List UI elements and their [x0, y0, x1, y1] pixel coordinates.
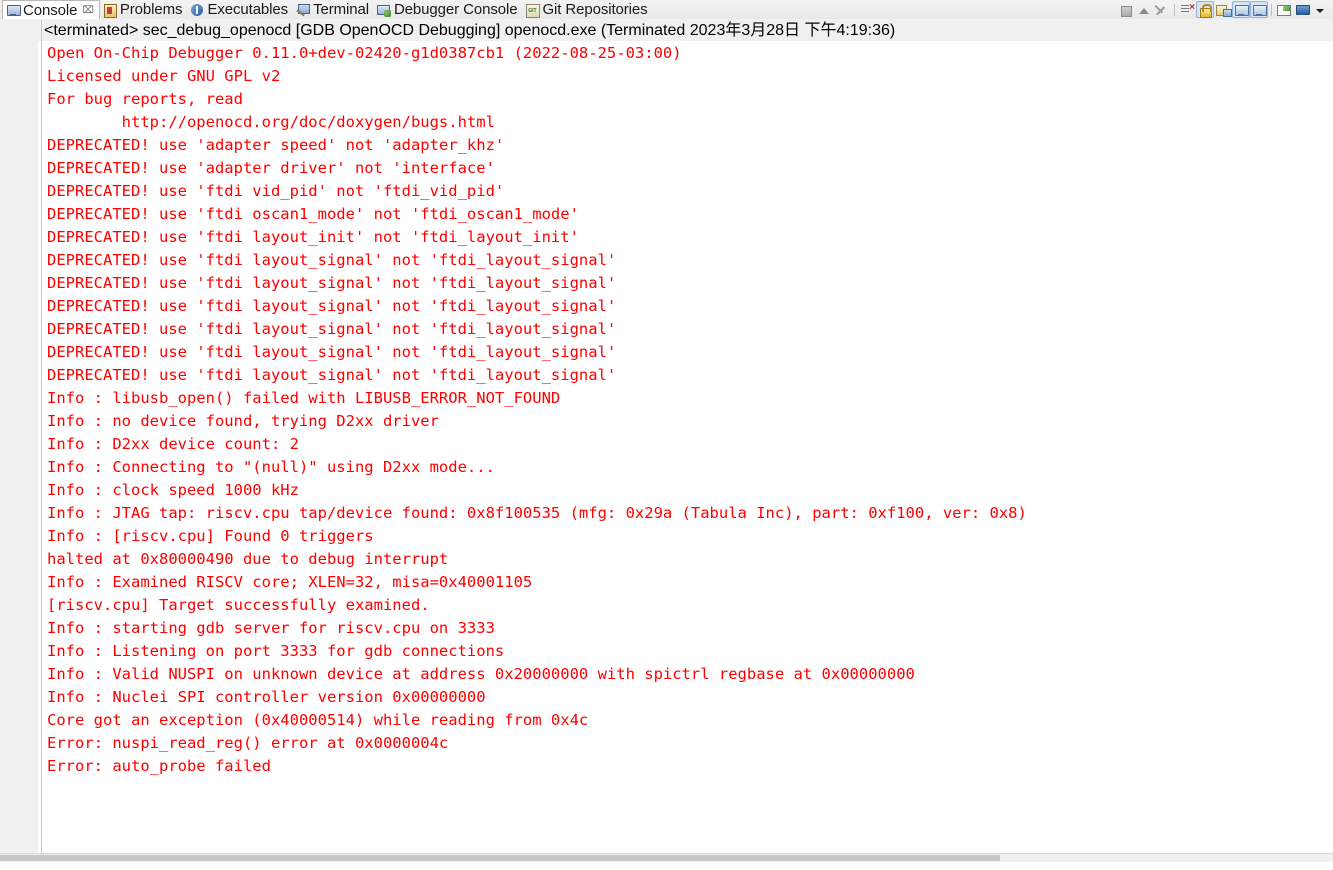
console-title-text: <terminated> sec_debug_openocd [GDB Open… [44, 22, 896, 39]
monitor-icon [1252, 3, 1267, 17]
tab-git-repositories[interactable]: Git Repositories [522, 0, 652, 19]
scroll-lock-button[interactable] [1196, 1, 1214, 18]
show-console-on-output-button[interactable] [1214, 1, 1232, 18]
console-toolbar [1117, 0, 1333, 19]
console-line: DEPRECATED! use 'ftdi layout_signal' not… [47, 366, 617, 384]
monitor-icon [1234, 3, 1249, 17]
tab-debugger-console[interactable]: Debugger Console [374, 0, 522, 19]
display-selected-console-button[interactable] [1250, 1, 1268, 18]
console-line: [riscv.cpu] Target successfully examined… [47, 596, 430, 614]
console-line: Info : Valid NUSPI on unknown device at … [47, 665, 915, 683]
console-line: DEPRECATED! use 'ftdi layout_signal' not… [47, 343, 617, 361]
open-console-icon [1295, 3, 1310, 17]
show-console-on-output-icon [1216, 3, 1232, 17]
chevron-up-icon [1137, 3, 1151, 17]
tab-terminal[interactable]: Terminal [293, 0, 374, 19]
console-line: http://openocd.org/doc/doxygen/bugs.html [47, 113, 495, 131]
stop-icon [1119, 3, 1133, 17]
console-line: DEPRECATED! use 'ftdi layout_signal' not… [47, 274, 617, 292]
horizontal-scrollbar-thumb[interactable] [0, 855, 1000, 861]
console-line: DEPRECATED! use 'ftdi vid_pid' not 'ftdi… [47, 182, 505, 200]
console-line: Info : clock speed 1000 kHz [47, 481, 299, 499]
tab-label: Terminal [313, 1, 369, 18]
console-output-area[interactable]: Open On-Chip Debugger 0.11.0+dev-02420-g… [0, 42, 1333, 862]
console-line: DEPRECATED! use 'adapter driver' not 'in… [47, 159, 495, 177]
console-line: Info : Nuclei SPI controller version 0x0… [47, 688, 486, 706]
tab-label: Git Repositories [542, 1, 648, 18]
horizontal-scrollbar[interactable] [0, 853, 1333, 862]
remove-all-terminated-icon [1155, 3, 1169, 17]
tab-executables[interactable]: Executables [187, 0, 293, 19]
executables-icon [190, 3, 204, 17]
console-line: Info : starting gdb server for riscv.cpu… [47, 619, 495, 637]
eclipse-console-view: Console ⌧ Problems Executables Terminal Debug… [0, 0, 1333, 870]
toolbar-separator [1271, 3, 1272, 16]
console-line: Info : Listening on port 3333 for gdb co… [47, 642, 505, 660]
console-line: Info : Examined RISCV core; XLEN=32, mis… [47, 573, 533, 591]
title-gutter-divider [41, 20, 42, 42]
tab-label: Console [23, 1, 78, 19]
console-line: DEPRECATED! use 'ftdi oscan1_mode' not '… [47, 205, 579, 223]
console-view-button[interactable] [1293, 1, 1311, 18]
tab-list: Console ⌧ Problems Executables Terminal Debug… [0, 0, 653, 19]
view-tab-bar: Console ⌧ Problems Executables Terminal Debug… [0, 0, 1333, 19]
problems-icon [103, 3, 117, 18]
tab-label: Problems [119, 1, 183, 18]
console-log-lines[interactable]: Open On-Chip Debugger 0.11.0+dev-02420-g… [47, 42, 1333, 862]
new-console-view-icon [1277, 3, 1291, 17]
tab-label: Debugger Console [393, 1, 518, 18]
tab-console[interactable]: Console ⌧ [2, 0, 100, 19]
view-menu-button[interactable] [1311, 1, 1329, 18]
clear-console-button[interactable] [1178, 1, 1196, 18]
console-line: Info : JTAG tap: riscv.cpu tap/device fo… [47, 504, 1027, 522]
debugger-console-icon [376, 3, 391, 17]
console-line: Info : [riscv.cpu] Found 0 triggers [47, 527, 374, 545]
clear-console-icon [1180, 2, 1195, 17]
console-gutter-divider [41, 42, 42, 862]
console-line: DEPRECATED! use 'adapter speed' not 'ada… [47, 136, 505, 154]
console-line: For bug reports, read [47, 90, 243, 108]
terminate-button[interactable] [1117, 1, 1135, 18]
console-line: Error: nuspi_read_reg() error at 0x00000… [47, 734, 449, 752]
console-line: Info : libusb_open() failed with LIBUSB_… [47, 389, 561, 407]
console-line: DEPRECATED! use 'ftdi layout_signal' not… [47, 320, 617, 338]
console-line: Core got an exception (0x40000514) while… [47, 711, 589, 729]
pin-console-button[interactable] [1232, 1, 1250, 18]
remove-launch-button[interactable] [1135, 1, 1153, 18]
toolbar-separator [1174, 3, 1175, 16]
title-gutter [0, 19, 38, 42]
console-line: Licensed under GNU GPL v2 [47, 67, 281, 85]
console-icon [6, 3, 21, 17]
terminal-icon [296, 3, 311, 17]
console-line: halted at 0x80000490 due to debug interr… [47, 550, 449, 568]
console-line: DEPRECATED! use 'ftdi layout_init' not '… [47, 228, 579, 246]
console-line: Info : Connecting to "(null)" using D2xx… [47, 458, 495, 476]
lock-icon [1198, 3, 1212, 18]
console-line: Info : no device found, trying D2xx driv… [47, 412, 439, 430]
git-repositories-icon [525, 3, 541, 18]
console-line: Open On-Chip Debugger 0.11.0+dev-02420-g… [47, 44, 682, 62]
close-icon[interactable]: ⌧ [82, 1, 94, 20]
chevron-down-icon [1313, 3, 1327, 17]
remove-all-terminated-button[interactable] [1153, 1, 1171, 18]
console-line: DEPRECATED! use 'ftdi layout_signal' not… [47, 251, 617, 269]
console-gutter [0, 42, 38, 862]
console-title-bar: <terminated> sec_debug_openocd [GDB Open… [0, 19, 1333, 42]
console-line: Error: auto_probe failed [47, 757, 271, 775]
tab-problems[interactable]: Problems [100, 0, 188, 19]
console-line: DEPRECATED! use 'ftdi layout_signal' not… [47, 297, 617, 315]
tab-label: Executables [207, 1, 289, 18]
console-line: Info : D2xx device count: 2 [47, 435, 299, 453]
open-console-button[interactable] [1275, 1, 1293, 18]
